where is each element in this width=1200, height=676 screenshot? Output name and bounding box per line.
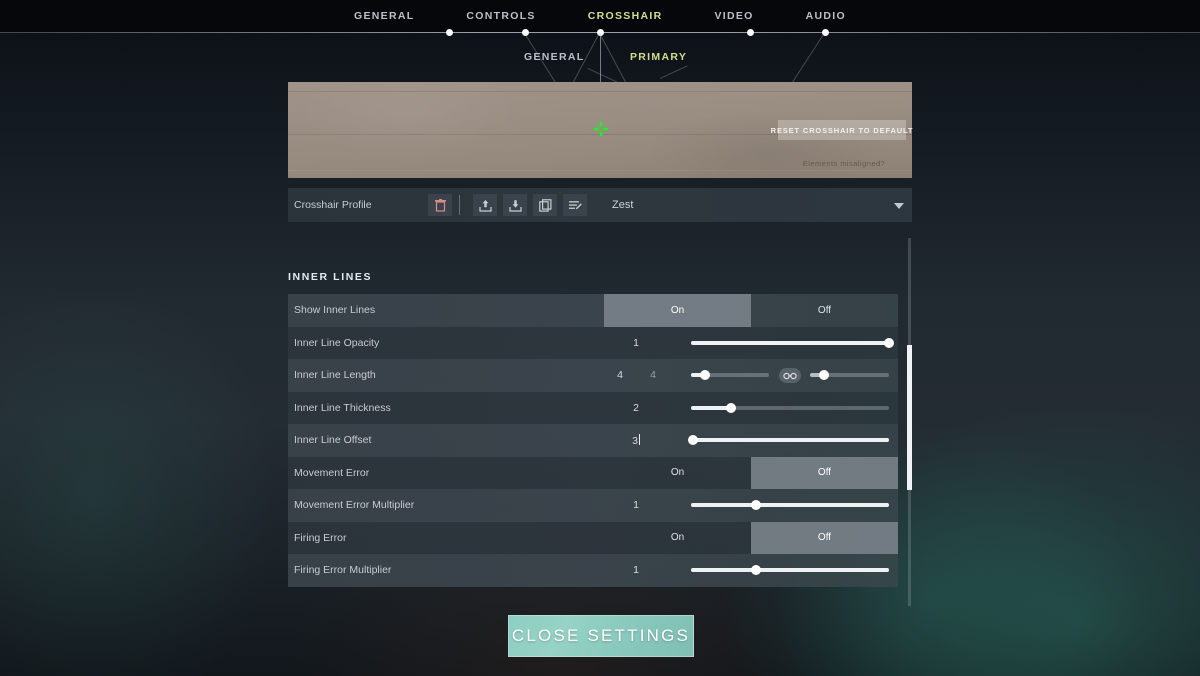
reset-crosshair-button[interactable]: RESET CROSSHAIR TO DEFAULT [771,120,912,140]
setting-label: Inner Line Offset [294,434,372,447]
copy-profile-button[interactable] [533,194,557,216]
settings-panel: INNER LINES Show Inner Lines On Off Inne… [288,238,912,606]
slider-inner-line-offset[interactable] [687,435,889,445]
decor-stem [600,33,601,82]
setting-label: Movement Error [294,466,370,479]
setting-value-input[interactable]: 3 [614,433,658,447]
setting-row-movement-error-multiplier: Movement Error Multiplier 1 [288,489,898,522]
toggle-option-on[interactable]: On [604,522,751,555]
crosshair-graphic [594,122,608,136]
slider-inner-line-opacity[interactable] [691,337,894,348]
slider-movement-error-multiplier[interactable] [691,500,889,510]
setting-row-inner-line-thickness: Inner Line Thickness 2 [288,391,898,424]
toggle-option-on[interactable]: On [604,457,751,490]
icon-divider [459,195,460,215]
slider-inner-line-thickness[interactable] [691,402,889,413]
setting-label: Movement Error Multiplier [294,499,415,512]
crosshair-profile-value: Zest [612,199,634,211]
setting-label: Show Inner Lines [294,304,376,317]
crosshair-profile-dropdown[interactable]: Zest [606,188,912,222]
setting-row-firing-error-multiplier: Firing Error Multiplier 1 [288,554,898,587]
upload-icon [478,199,492,212]
decor-diagonal-6 [660,65,688,79]
text-cursor [638,433,640,445]
delete-profile-button[interactable] [428,194,452,216]
crosshair-profile-label: Crosshair Profile [294,199,372,211]
slider-inner-line-length-secondary[interactable] [810,370,889,380]
section-title-inner-lines: INNER LINES [288,271,373,283]
setting-row-inner-line-length: Inner Line Length 4 4 [288,359,898,392]
link-sliders-button[interactable] [779,368,801,383]
nav-dot-general [446,29,453,36]
subnav-item-general[interactable]: GENERAL [524,51,584,63]
toggle-group: On Off [604,456,898,490]
elements-misaligned-link[interactable]: Elements misaligned? [782,159,906,168]
nav-item-audio[interactable]: AUDIO [780,10,872,22]
delete-icon [434,198,446,212]
setting-value[interactable]: 2 [614,402,658,414]
upload-profile-button[interactable] [473,194,497,216]
setting-label: Inner Line Thickness [294,401,391,414]
setting-label: Inner Line Length [294,369,376,382]
download-icon [508,199,522,212]
toggle-option-on[interactable]: On [604,294,751,327]
decor-diagonal-5 [587,68,618,83]
copy-icon [538,198,552,212]
setting-row-inner-line-opacity: Inner Line Opacity 1 [288,326,898,359]
nav-item-crosshair[interactable]: CROSSHAIR [562,10,689,22]
subnav-item-primary[interactable]: PRIMARY [630,51,687,63]
setting-row-show-inner-lines: Show Inner Lines On Off [288,294,898,327]
main-nav: GENERAL CONTROLS CROSSHAIR VIDEO AUDIO [0,0,1200,32]
slider-inner-line-length-primary[interactable] [691,370,769,380]
chevron-down-icon [894,203,904,209]
slider-firing-error-multiplier[interactable] [691,565,889,575]
crosshair-profile-row: Crosshair Profile Zest [288,188,912,222]
setting-label: Inner Line Opacity [294,336,380,349]
setting-value[interactable]: 1 [614,564,658,576]
setting-row-firing-error: Firing Error On Off [288,521,898,555]
chain-link-icon [783,372,797,379]
setting-row-inner-line-offset: Inner Line Offset 3 [288,424,898,457]
rename-profile-button[interactable] [563,194,587,216]
nav-dot-audio [747,29,754,36]
setting-value-secondary[interactable]: 4 [631,369,675,381]
rename-icon [569,200,582,209]
setting-label: Firing Error [294,531,347,544]
toggle-group: On Off [604,294,898,327]
setting-value-text: 3 [632,434,638,447]
close-settings-button[interactable]: CLOSE SETTINGS [508,615,694,657]
settings-screen: GENERAL CONTROLS CROSSHAIR VIDEO AUDIO G… [0,0,1200,676]
nav-item-general[interactable]: GENERAL [328,10,440,22]
toggle-option-off[interactable]: Off [751,456,898,489]
toggle-group: On Off [604,521,898,555]
setting-row-movement-error: Movement Error On Off [288,456,898,490]
scrollbar-thumb[interactable] [907,345,912,490]
toggle-option-off[interactable]: Off [751,521,898,554]
download-profile-button[interactable] [503,194,527,216]
nav-item-controls[interactable]: CONTROLS [440,10,561,22]
setting-value[interactable]: 1 [614,337,658,349]
toggle-option-off[interactable]: Off [751,294,898,327]
nav-item-video[interactable]: VIDEO [688,10,779,22]
setting-label: Firing Error Multiplier [294,564,392,577]
setting-value[interactable]: 1 [614,499,658,511]
